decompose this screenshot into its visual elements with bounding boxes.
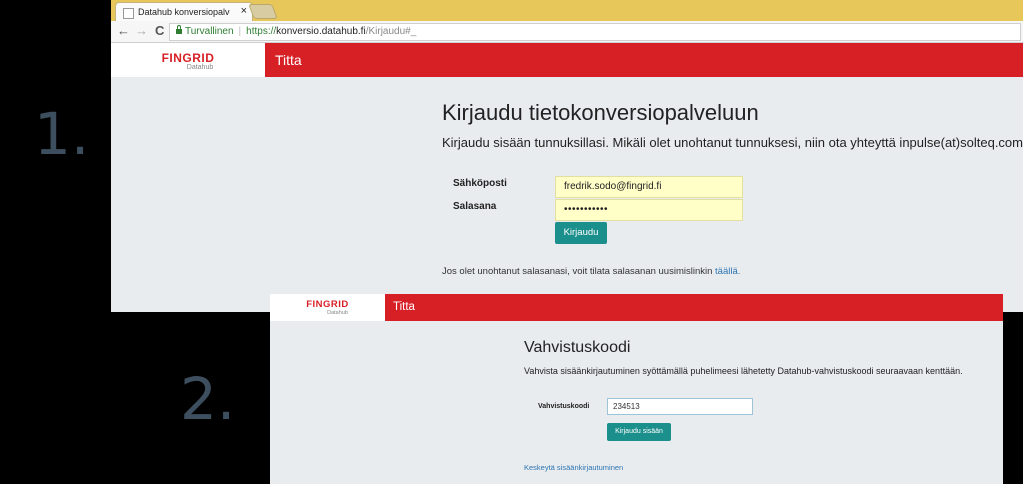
brand-name-2[interactable]: Titta — [393, 301, 415, 313]
verify-login-button[interactable]: Kirjaudu sisään — [607, 423, 671, 441]
browser-toolbar: ← → C Turvallinen | https://konversio.data… — [111, 21, 1023, 43]
password-label: Salasana — [453, 201, 497, 212]
brand-bar: Titta — [265, 43, 1023, 77]
code-label: Vahvistuskoodi — [538, 403, 590, 410]
forgot-password-text: Jos olet unohtanut salasanasi, voit tila… — [442, 266, 740, 277]
logo-name: FINGRID — [161, 51, 215, 65]
login-screenshot: Datahub konversiopalvelu × ← → C Turvall… — [111, 0, 1023, 312]
browser-tab-bar: Datahub konversiopalvelu × — [111, 0, 1023, 22]
page-favicon-icon — [123, 8, 134, 19]
new-tab-button[interactable] — [248, 4, 278, 19]
verification-code-field[interactable]: 234513 — [607, 398, 753, 415]
verify-title: Vahvistuskoodi — [524, 339, 631, 356]
email-field[interactable]: fredrik.sodo@fingrid.fi — [555, 176, 743, 198]
back-arrow-icon[interactable]: ← — [117, 24, 130, 38]
brand-name[interactable]: Titta — [275, 52, 302, 68]
forgot-password-message: Jos olet unohtanut salasanasi, voit tila… — [442, 266, 716, 277]
login-button[interactable]: Kirjaudu — [555, 222, 607, 244]
fingrid-logo[interactable]: FINGRID Datahub — [111, 43, 265, 77]
reload-icon[interactable]: C — [155, 24, 164, 38]
email-label: Sähköposti — [453, 178, 507, 189]
site-header-2: FINGRID Datahub Titta — [270, 294, 1003, 321]
password-field[interactable]: ••••••••••• — [555, 199, 743, 221]
forgot-password-link[interactable]: täällä. — [715, 266, 740, 277]
secure-label: Turvallinen — [185, 26, 234, 37]
site-header: FINGRID Datahub Titta — [111, 43, 1023, 77]
forward-arrow-icon[interactable]: → — [135, 24, 148, 38]
logo-name-2: FINGRID — [306, 299, 349, 310]
url-host: konversio.datahub.fi — [276, 26, 366, 37]
tab-close-icon[interactable]: × — [241, 5, 247, 17]
verify-subtitle: Vahvista sisäänkirjautuminen syöttämällä… — [524, 366, 963, 376]
brand-bar-2: Titta — [385, 294, 1003, 321]
verification-screenshot: FINGRID Datahub Titta Vahvistuskoodi Vah… — [270, 294, 1003, 484]
step-number-2: 2. — [180, 365, 236, 433]
address-bar[interactable]: Turvallinen | https://konversio.datahub.fi… — [169, 23, 1021, 41]
lock-icon — [176, 25, 182, 34]
browser-tab[interactable]: Datahub konversiopalvelu × — [115, 2, 253, 22]
page-subtitle: Kirjaudu sisään tunnuksillasi. Mikäli ol… — [442, 135, 1023, 150]
step-number-1: 1. — [34, 100, 90, 168]
logo-subtitle: Datahub — [186, 64, 214, 71]
page-title: Kirjaudu tietokonversiopalveluun — [442, 100, 759, 125]
url-path: /Kirjaudu#_ — [365, 26, 417, 37]
tab-title: Datahub konversiopalvelu — [138, 7, 230, 17]
cancel-login-link[interactable]: Keskeytä sisäänkirjautuminen — [524, 463, 623, 472]
fingrid-logo-2[interactable]: FINGRID Datahub — [270, 294, 385, 321]
logo-subtitle-2: Datahub — [327, 310, 348, 316]
url-scheme: https:// — [246, 26, 277, 37]
